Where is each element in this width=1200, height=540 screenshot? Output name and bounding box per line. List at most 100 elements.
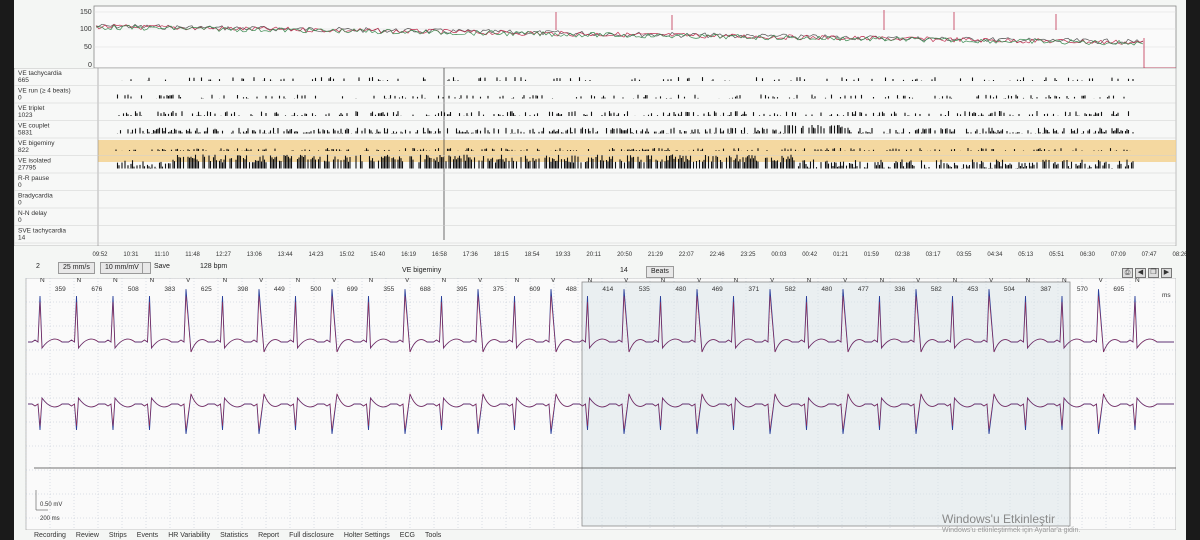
beat-type-label[interactable]: N [1062,278,1067,284]
time-tick-label: 00:03 [771,252,787,258]
beat-type-label[interactable]: N [807,278,812,284]
print-icon[interactable]: ⎙ [1122,268,1133,278]
save-checkbox[interactable] [142,262,151,274]
beat-type-label[interactable]: N [296,278,301,284]
beat-type-label[interactable]: V [624,278,629,284]
event-row-label[interactable]: VE isolated [18,158,51,165]
beat-type-label[interactable]: V [551,278,556,284]
beat-type-label[interactable]: N [734,278,739,284]
time-tick-label: 01:59 [864,252,880,258]
event-row-label[interactable]: VE couplet [18,123,50,130]
rr-interval-value: 355 [383,286,394,293]
beat-type-label[interactable]: N [880,278,885,284]
beat-type-label[interactable]: V [989,278,994,284]
beat-type-label[interactable]: N [369,278,374,284]
beat-type-label[interactable]: N [588,278,593,284]
event-row-count: 0 [18,182,22,189]
beat-type-label[interactable]: N [1135,278,1140,284]
event-row-count: 0 [18,217,22,224]
time-tick-label: 02:38 [895,252,911,258]
beat-type-label[interactable]: V [1099,278,1104,284]
beat-type-label[interactable]: V [186,278,191,284]
time-tick-label: 17:36 [463,252,479,258]
rr-interval-value: 535 [639,286,650,293]
time-tick-label: 05:13 [1018,252,1034,258]
rr-interval-value: 609 [529,286,540,293]
speed-dropdown[interactable]: 25 mm/s [58,262,95,274]
event-row-count: 665 [18,77,29,84]
beat-type-label[interactable]: N [515,278,520,284]
time-tick-label: 13:44 [278,252,294,258]
time-tick-label: 10:31 [123,252,139,258]
bottom-tab[interactable]: Report [258,532,279,539]
rr-interval-value: 477 [858,286,869,293]
time-tick-label: 14:23 [308,252,324,258]
event-row-label[interactable]: SVE tachycardia [18,228,66,235]
beat-type-label[interactable]: V [405,278,410,284]
bottom-tab[interactable]: Statistics [220,532,248,539]
time-tick-label: 13:06 [247,252,263,258]
next-icon[interactable]: ▶ [1161,268,1172,278]
heart-rate-trend-chart[interactable]: 150 100 50 0 [14,0,1186,70]
rr-interval-value: 582 [785,286,796,293]
event-row-label[interactable]: Bradycardia [18,193,53,200]
event-row-label[interactable]: VE triplet [18,105,45,112]
bottom-tab[interactable]: Events [137,532,158,539]
bottom-tab[interactable]: Tools [425,532,441,539]
event-row-count: 822 [18,147,29,154]
trend-y-tick: 50 [84,44,92,51]
time-tick-label: 18:54 [524,252,540,258]
event-row-count: 0 [18,95,22,102]
beats-button[interactable]: Beats [646,266,674,278]
rr-interval-value: 453 [967,286,978,293]
previous-icon[interactable]: ◀ [1135,268,1146,278]
beat-type-label[interactable]: V [916,278,921,284]
time-tick-label: 16:58 [432,252,448,258]
rr-interval-value: 398 [237,286,248,293]
bottom-tab[interactable]: HR Variability [168,532,210,539]
rr-interval-value: 395 [456,286,467,293]
event-rows[interactable]: VE tachycardia665VE run (≥ 4 beats)0VE t… [14,68,1186,246]
event-row-label[interactable]: R-R pause [18,175,49,182]
time-tick-label: 11:48 [185,252,200,258]
beat-type-label[interactable]: V [697,278,702,284]
beat-type-label[interactable]: V [770,278,775,284]
beat-type-label[interactable]: N [77,278,82,284]
rr-interval-value: 695 [1113,286,1124,293]
beat-type-label[interactable]: V [843,278,848,284]
gain-dropdown[interactable]: 10 mm/mV [100,262,144,274]
bottom-tab[interactable]: Review [76,532,99,539]
bottom-tab[interactable]: Recording [34,532,66,539]
bottom-tab[interactable]: Strips [109,532,127,539]
beat-type-label[interactable]: N [1026,278,1031,284]
beat-type-label[interactable]: N [113,278,118,284]
time-tick-label: 06:30 [1080,252,1096,258]
time-tick-label: 07:09 [1111,252,1127,258]
beat-type-label[interactable]: N [661,278,666,284]
time-tick-label: 03:17 [926,252,942,258]
time-tick-label: 19:33 [555,252,571,258]
bottom-tab[interactable]: Holter Settings [344,532,390,539]
beat-type-label[interactable]: N [442,278,447,284]
copy-icon[interactable]: ❐ [1148,268,1159,278]
event-row-label[interactable]: VE run (≥ 4 beats) [18,88,71,95]
bottom-tab[interactable]: Full disclosure [289,532,334,539]
event-row-label[interactable]: N-N delay [18,210,48,217]
beat-type-label[interactable]: V [259,278,264,284]
time-tick-label: 05:51 [1049,252,1065,258]
event-row-label[interactable]: VE bigeminy [18,140,55,147]
beat-type-label[interactable]: N [953,278,958,284]
bottom-tab[interactable]: ECG [400,532,415,539]
event-row-label[interactable]: VE tachycardia [18,70,62,77]
beat-type-label[interactable]: V [478,278,483,284]
beat-type-label[interactable]: N [223,278,228,284]
beat-type-label[interactable]: N [150,278,155,284]
ecg-strip[interactable]: N N N N V N V N V N V N V N V N V N V N V N V N V N V N N V N 359 676 508… [14,278,1176,530]
heart-rate-value: 128 bpm [200,263,228,270]
time-tick-label: 20:11 [586,252,601,258]
beat-type-label[interactable]: V [332,278,337,284]
event-name: VE bigeminy [402,267,442,274]
lead-number: 2 [36,263,40,270]
time-tick-label: 11:10 [154,252,169,258]
beat-type-label[interactable]: N [40,278,45,284]
